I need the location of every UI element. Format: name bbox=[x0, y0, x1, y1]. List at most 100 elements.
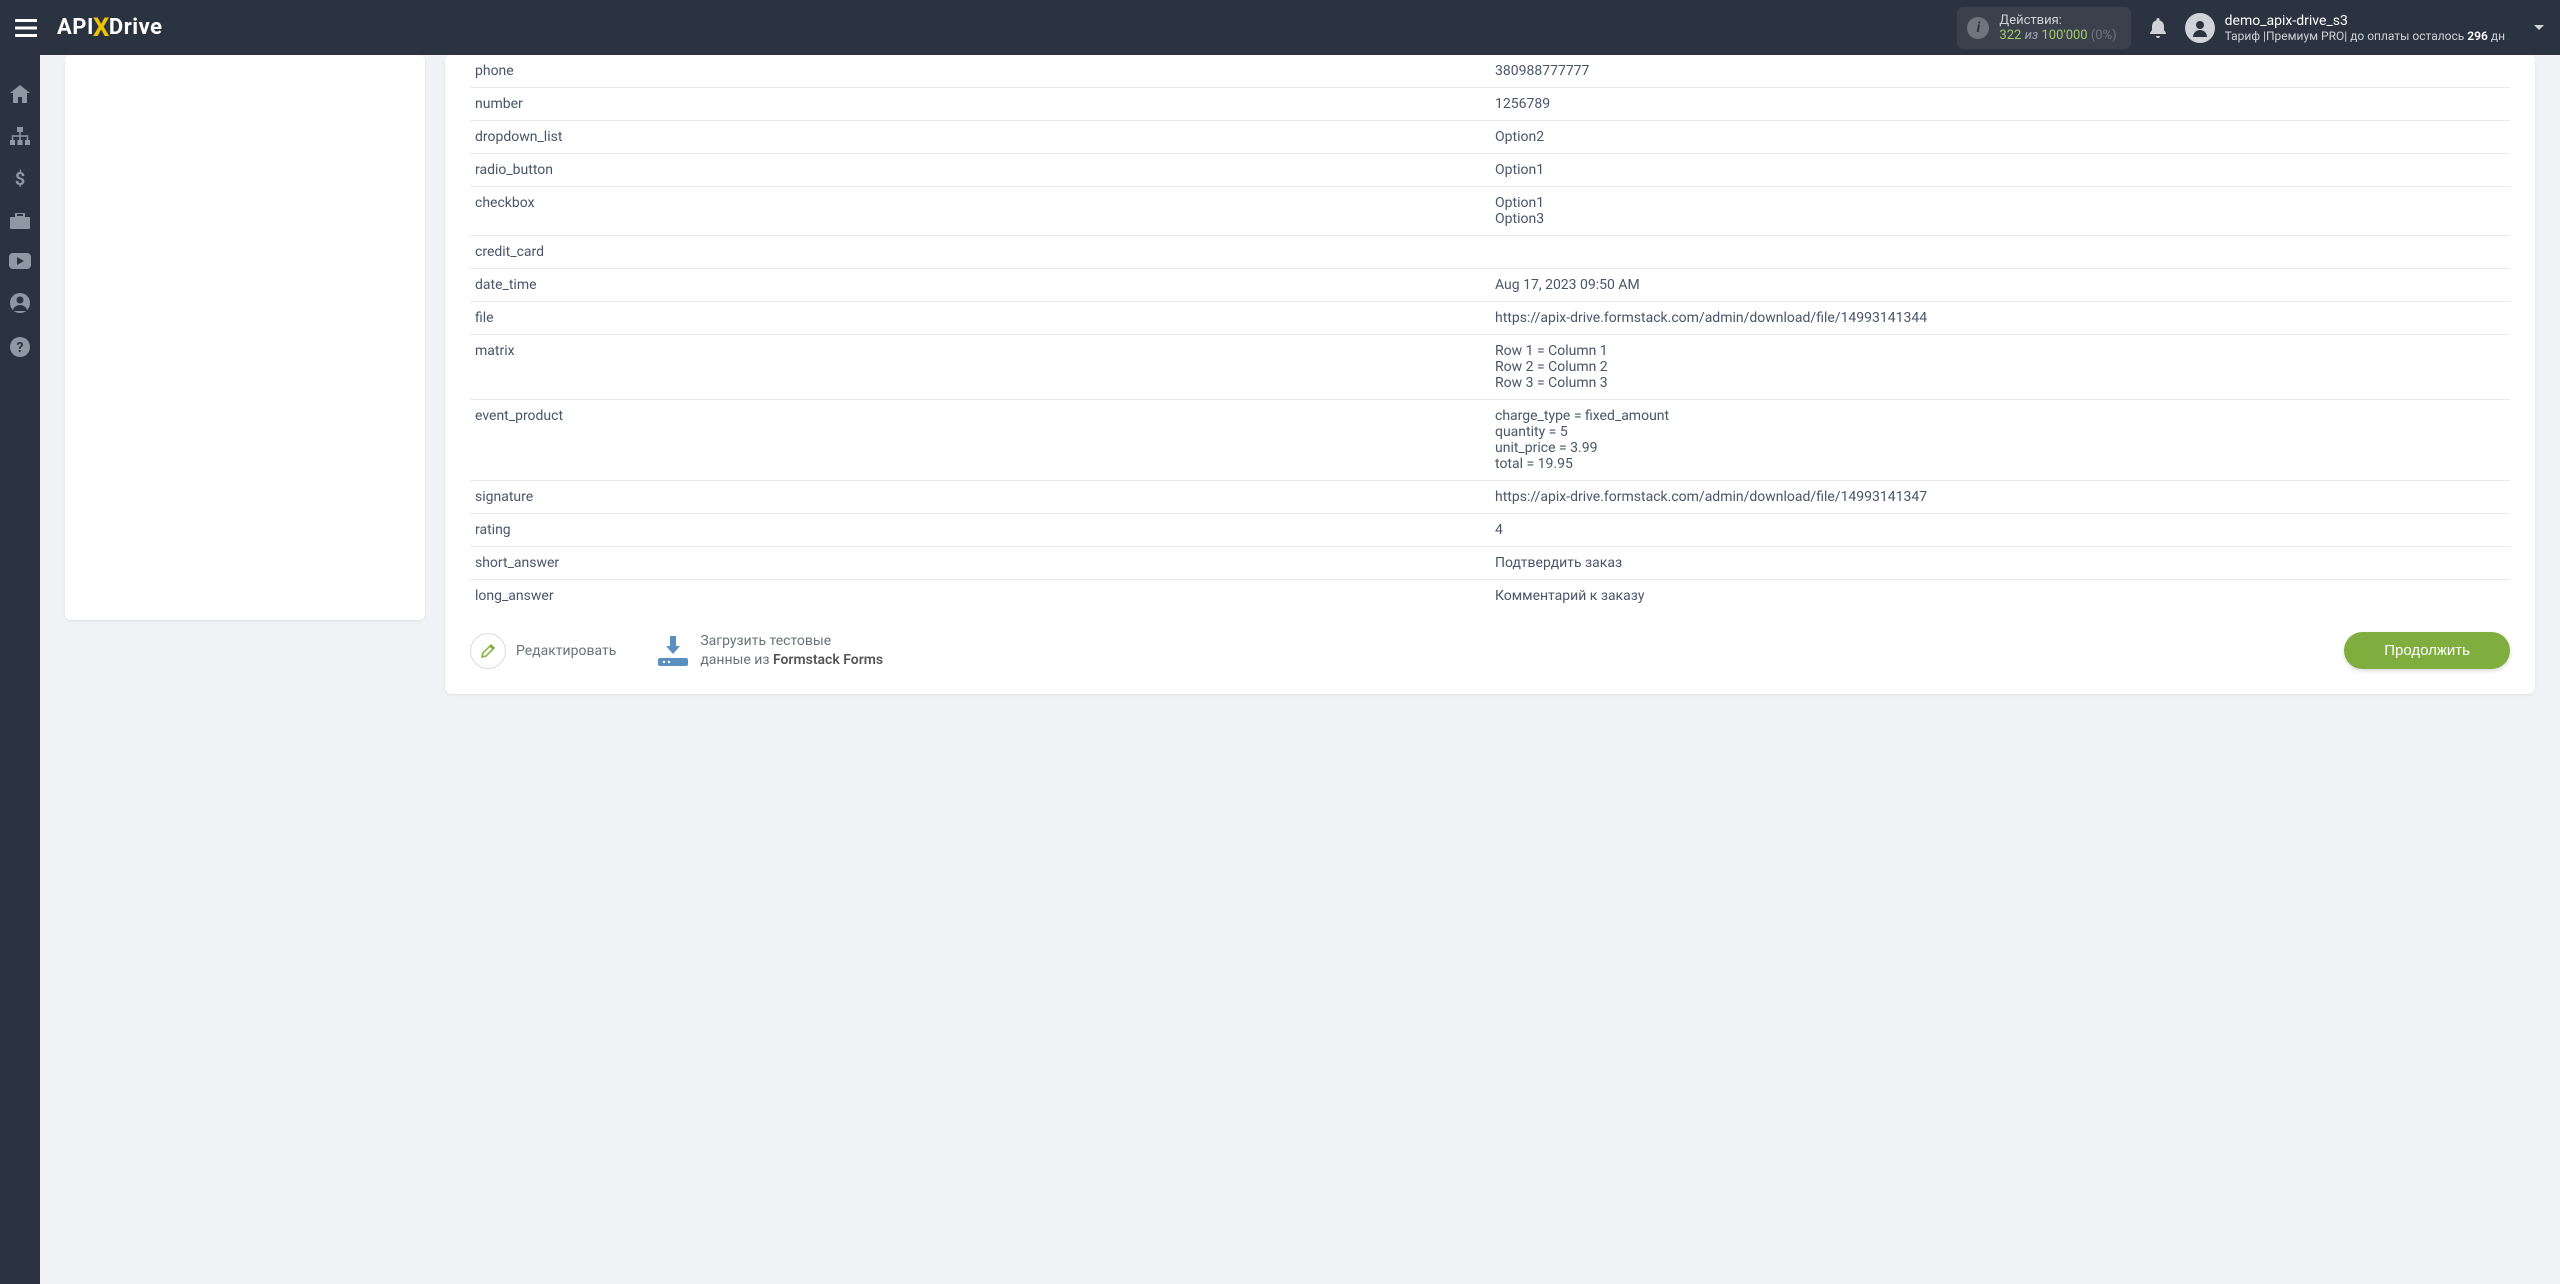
actions-used: 322 bbox=[1999, 28, 2021, 43]
field-value: Комментарий к заказу bbox=[1490, 580, 2510, 613]
load-line2: данные из Formstack Forms bbox=[700, 651, 883, 669]
table-row: matrixRow 1 = Column 1 Row 2 = Column 2 … bbox=[470, 335, 2510, 400]
field-key: long_answer bbox=[470, 580, 1490, 613]
user-menu[interactable]: demo_apix-drive_s3 Тариф |Премиум PRO| д… bbox=[2185, 13, 2505, 43]
field-value: Option1 bbox=[1490, 154, 2510, 187]
field-key: date_time bbox=[470, 269, 1490, 302]
svg-text:?: ? bbox=[17, 340, 24, 356]
question-icon: ? bbox=[10, 337, 30, 357]
sidebar: $ ? bbox=[0, 55, 40, 1284]
load-line1: Загрузить тестовые bbox=[700, 632, 883, 650]
load-test-data-button[interactable]: Загрузить тестовые данные из Formstack F… bbox=[656, 632, 883, 668]
avatar bbox=[2185, 13, 2215, 43]
notifications-button[interactable] bbox=[2149, 18, 2167, 38]
logo-text-x: X bbox=[93, 13, 110, 43]
field-value: Row 1 = Column 1 Row 2 = Column 2 Row 3 … bbox=[1490, 335, 2510, 400]
table-row: event_productcharge_type = fixed_amount … bbox=[470, 400, 2510, 481]
hamburger-icon bbox=[15, 19, 37, 37]
svg-text:$: $ bbox=[15, 169, 25, 189]
left-panel bbox=[65, 55, 425, 620]
hamburger-menu[interactable] bbox=[15, 19, 37, 37]
field-key: short_answer bbox=[470, 547, 1490, 580]
briefcase-icon bbox=[10, 213, 30, 229]
logo-text-2: Drive bbox=[109, 15, 163, 40]
actions-of: из bbox=[2025, 28, 2039, 43]
field-value: 380988777777 bbox=[1490, 55, 2510, 88]
field-value: https://apix-drive.formstack.com/admin/d… bbox=[1490, 302, 2510, 335]
actions-pct: (0%) bbox=[2091, 28, 2117, 43]
field-key: event_product bbox=[470, 400, 1490, 481]
field-key: signature bbox=[470, 481, 1490, 514]
field-key: matrix bbox=[470, 335, 1490, 400]
bell-icon bbox=[2149, 18, 2167, 38]
tariff-days: 296 bbox=[2467, 29, 2488, 43]
chevron-down-icon[interactable] bbox=[2533, 24, 2545, 32]
field-value: Option2 bbox=[1490, 121, 2510, 154]
table-row: filehttps://apix-drive.formstack.com/adm… bbox=[470, 302, 2510, 335]
actions-label: Действия: bbox=[1999, 13, 2116, 28]
youtube-icon bbox=[9, 253, 31, 269]
continue-button[interactable]: Продолжить bbox=[2344, 632, 2510, 669]
download-icon bbox=[656, 636, 690, 666]
right-panel: phone380988777777number1256789dropdown_l… bbox=[445, 55, 2535, 694]
logo[interactable]: API X Drive bbox=[57, 13, 162, 43]
field-value: https://apix-drive.formstack.com/admin/d… bbox=[1490, 481, 2510, 514]
user-name: demo_apix-drive_s3 bbox=[2225, 13, 2505, 29]
footer-actions: Редактировать Загрузить тестовые данные … bbox=[470, 632, 2510, 669]
table-row: signaturehttps://apix-drive.formstack.co… bbox=[470, 481, 2510, 514]
logo-text-1: API bbox=[57, 15, 94, 40]
sidebar-home[interactable] bbox=[10, 85, 30, 103]
dollar-icon: $ bbox=[14, 169, 26, 189]
actions-total: 100'000 bbox=[2042, 28, 2088, 43]
field-value: Aug 17, 2023 09:50 AM bbox=[1490, 269, 2510, 302]
table-row: radio_buttonOption1 bbox=[470, 154, 2510, 187]
field-value bbox=[1490, 236, 2510, 269]
user-circle-icon bbox=[10, 293, 30, 313]
table-row: short_answerПодтвердить заказ bbox=[470, 547, 2510, 580]
user-icon bbox=[2191, 19, 2209, 37]
table-row: number1256789 bbox=[470, 88, 2510, 121]
info-icon: i bbox=[1967, 17, 1989, 39]
edit-button[interactable]: Редактировать bbox=[470, 633, 616, 669]
field-value: charge_type = fixed_amount quantity = 5 … bbox=[1490, 400, 2510, 481]
sidebar-briefcase[interactable] bbox=[10, 213, 30, 229]
actions-numbers: 322 из 100'000 (0%) bbox=[1999, 28, 2116, 43]
field-key: phone bbox=[470, 55, 1490, 88]
user-text: demo_apix-drive_s3 Тариф |Премиум PRO| д… bbox=[2225, 13, 2505, 43]
table-row: credit_card bbox=[470, 236, 2510, 269]
field-value: 4 bbox=[1490, 514, 2510, 547]
table-row: date_timeAug 17, 2023 09:50 AM bbox=[470, 269, 2510, 302]
table-row: long_answerКомментарий к заказу bbox=[470, 580, 2510, 613]
table-row: rating4 bbox=[470, 514, 2510, 547]
field-key: dropdown_list bbox=[470, 121, 1490, 154]
field-key: radio_button bbox=[470, 154, 1490, 187]
tariff-line: Тариф |Премиум PRO| до оплаты осталось 2… bbox=[2225, 29, 2505, 43]
field-value: 1256789 bbox=[1490, 88, 2510, 121]
pencil-icon bbox=[470, 633, 506, 669]
field-key: file bbox=[470, 302, 1490, 335]
sidebar-profile[interactable] bbox=[10, 293, 30, 313]
home-icon bbox=[10, 85, 30, 103]
actions-counter[interactable]: i Действия: 322 из 100'000 (0%) bbox=[1957, 7, 2130, 49]
field-key: number bbox=[470, 88, 1490, 121]
sidebar-billing[interactable]: $ bbox=[14, 169, 26, 189]
sitemap-icon bbox=[10, 127, 30, 145]
tariff-suffix: дн bbox=[2488, 29, 2505, 43]
edit-label: Редактировать bbox=[516, 643, 616, 659]
sidebar-help[interactable]: ? bbox=[10, 337, 30, 357]
table-row: dropdown_listOption2 bbox=[470, 121, 2510, 154]
table-row: phone380988777777 bbox=[470, 55, 2510, 88]
field-key: rating bbox=[470, 514, 1490, 547]
field-key: checkbox bbox=[470, 187, 1490, 236]
data-table: phone380988777777number1256789dropdown_l… bbox=[470, 55, 2510, 612]
header-right: i Действия: 322 из 100'000 (0%) demo_api… bbox=[1957, 7, 2545, 49]
header: API X Drive i Действия: 322 из 100'000 (… bbox=[0, 0, 2560, 55]
field-value: Option1 Option3 bbox=[1490, 187, 2510, 236]
sidebar-video[interactable] bbox=[9, 253, 31, 269]
main-content: phone380988777777number1256789dropdown_l… bbox=[40, 55, 2560, 1284]
load-label: Загрузить тестовые данные из Formstack F… bbox=[700, 632, 883, 668]
field-key: credit_card bbox=[470, 236, 1490, 269]
field-value: Подтвердить заказ bbox=[1490, 547, 2510, 580]
sidebar-connections[interactable] bbox=[10, 127, 30, 145]
tariff-prefix: Тариф |Премиум PRO| до оплаты осталось bbox=[2225, 29, 2468, 43]
